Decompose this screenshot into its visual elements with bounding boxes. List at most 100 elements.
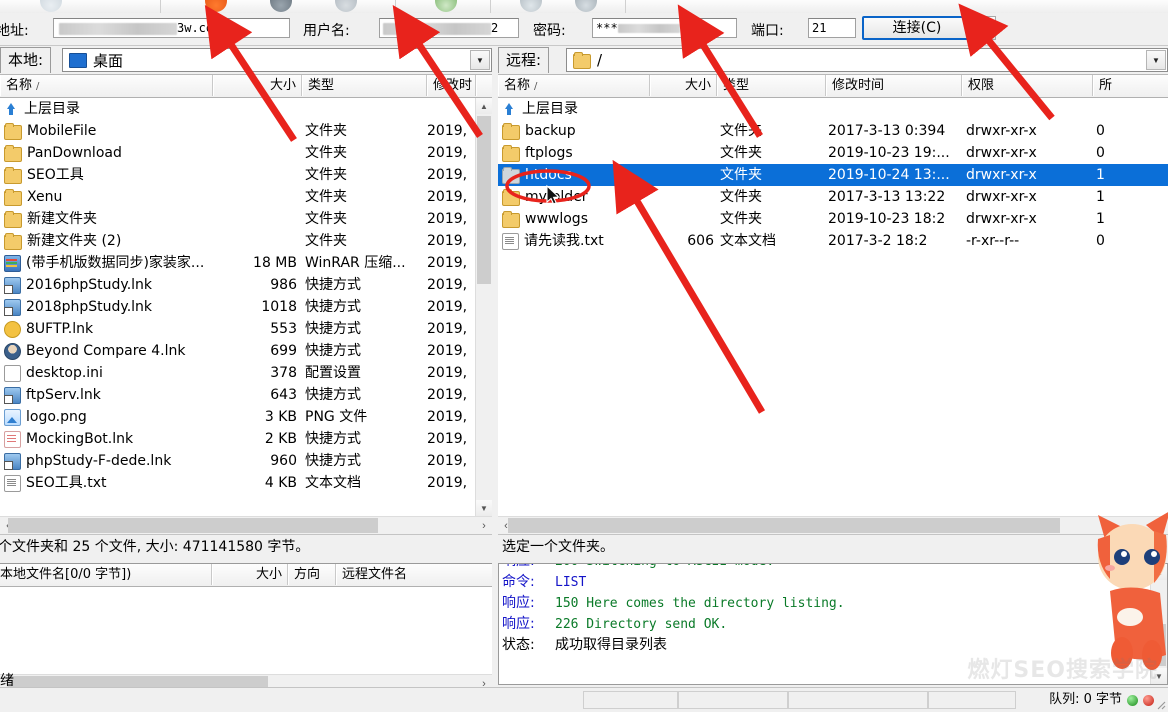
toolbar-icon-upload[interactable]	[435, 0, 457, 12]
table-row[interactable]: PanDownload 文件夹 2019,	[0, 142, 492, 164]
table-row[interactable]: wwwlogs 文件夹 2019-10-23 18:2 drwxr-xr-x 1	[498, 208, 1168, 230]
table-row[interactable]: 请先读我.txt 606 文本文档 2017-3-2 18:2 -r-xr--r-- 0	[498, 230, 1168, 252]
file-size-cell: 986	[270, 277, 297, 293]
file-perm-cell: drwxr-xr-x	[966, 167, 1037, 183]
toolbar-icon-download[interactable]	[520, 0, 542, 12]
file-size-cell: 553	[270, 321, 297, 337]
text-file-icon	[4, 474, 21, 492]
toolbar-icon-options[interactable]	[575, 0, 597, 12]
file-owner-cell: 1	[1096, 167, 1105, 183]
local-col-type-label: 类型	[308, 78, 335, 93]
remote-status: 选定一个文件夹。	[498, 534, 1168, 559]
remote-col-owner[interactable]: 所	[1093, 75, 1168, 96]
username-value: 2	[491, 21, 499, 35]
toolbar-icon-disconnect[interactable]	[335, 0, 357, 12]
file-name-label: SEO工具	[27, 167, 84, 183]
table-row[interactable]: desktop.ini 378 配置设置 2019,	[0, 362, 492, 384]
queue-col-remote[interactable]: 远程文件名	[336, 564, 492, 585]
log-panel[interactable]: 响应:200 Switching to ASCII mode.命令:LIST响应…	[498, 563, 1168, 685]
address-input[interactable]: 3w.com	[53, 18, 290, 38]
username-input[interactable]: 2	[379, 18, 519, 38]
local-col-size[interactable]: 大小	[213, 75, 302, 96]
file-modified-cell	[828, 98, 962, 120]
remote-file-list[interactable]: 上层目录 backup 文件夹 2017-3-13 0:394 drwxr-xr-x 0 f…	[498, 98, 1168, 516]
username-redacted	[383, 22, 491, 35]
local-hscroll-right-icon[interactable]: ›	[476, 517, 492, 534]
shortcut-icon	[4, 298, 21, 316]
table-row[interactable]: Beyond Compare 4.lnk 699 快捷方式 2019,	[0, 340, 492, 362]
log-vertical-scrollbar[interactable]: ▲ ▼	[1150, 564, 1167, 684]
password-input[interactable]: ***	[592, 18, 737, 38]
table-row[interactable]: backup 文件夹 2017-3-13 0:394 drwxr-xr-x 0	[498, 120, 1168, 142]
table-row[interactable]: SEO工具 文件夹 2019,	[0, 164, 492, 186]
queue-col-size[interactable]: 大小	[212, 564, 288, 585]
local-col-type[interactable]: 类型	[302, 75, 427, 96]
table-row[interactable]: 新建文件夹 (2) 文件夹 2019,	[0, 230, 492, 252]
resize-grip-icon[interactable]	[1154, 698, 1166, 710]
table-row[interactable]: Xenu 文件夹 2019,	[0, 186, 492, 208]
local-col-name[interactable]: 名称 /	[0, 75, 213, 96]
table-row[interactable]: 2016phpStudy.lnk 986 快捷方式 2019,	[0, 274, 492, 296]
remote-horizontal-scrollbar[interactable]: ‹	[498, 516, 1168, 534]
table-row[interactable]: (带手机版数据同步)家装家... 18 MB WinRAR 压缩... 2019,	[0, 252, 492, 274]
local-scroll-up-icon[interactable]: ▲	[476, 98, 492, 114]
local-scroll-thumb[interactable]	[477, 116, 491, 284]
local-hscroll-thumb[interactable]	[8, 518, 378, 533]
file-type-cell: 文件夹	[720, 123, 762, 139]
table-row[interactable]: MobileFile 文件夹 2019,	[0, 120, 492, 142]
file-modified-cell: 2017-3-2 18:2	[828, 233, 928, 249]
remote-hscroll-thumb[interactable]	[508, 518, 1060, 533]
queue-col-local[interactable]: 本地文件名[0/0 字节])	[0, 564, 212, 585]
local-vertical-scrollbar[interactable]: ▲ ▼	[475, 98, 492, 516]
remote-col-modified[interactable]: 修改时间	[826, 75, 962, 96]
file-modified-cell: 2019,	[427, 321, 468, 337]
file-name-cell: backup	[502, 120, 652, 142]
file-name-cell: SEO工具	[4, 164, 209, 186]
table-row[interactable]: 8UFTP.lnk 553 快捷方式 2019,	[0, 318, 492, 340]
remote-col-name[interactable]: 名称 /	[498, 75, 650, 96]
connection-bar: 地址: 3w.com 用户名: 2 密码: *** 端口: 21 连接(C) ▼	[0, 13, 1168, 46]
toolbar-icon-cancel[interactable]	[270, 0, 292, 12]
toolbar-icon-refresh[interactable]	[205, 0, 227, 12]
connect-dropdown-icon[interactable]: ▼	[974, 16, 996, 40]
remote-col-size[interactable]: 大小	[650, 75, 717, 96]
table-row[interactable]: 上层目录	[0, 98, 492, 120]
table-row[interactable]: logo.png 3 KB PNG 文件 2019,	[0, 406, 492, 428]
remote-path-value: /	[597, 51, 603, 69]
log-scroll-up-icon[interactable]: ▲	[1151, 564, 1167, 580]
table-row[interactable]: SEO工具.txt 4 KB 文本文档 2019,	[0, 472, 492, 494]
beyond-compare-icon	[4, 342, 21, 360]
log-scroll-down-icon[interactable]: ▼	[1151, 668, 1167, 684]
table-row[interactable]: 上层目录	[498, 98, 1168, 120]
local-path-chevron-down-icon[interactable]: ▼	[470, 50, 490, 70]
local-scroll-down-icon[interactable]: ▼	[476, 500, 492, 516]
queue-col-direction[interactable]: 方向	[288, 564, 336, 585]
port-input[interactable]: 21	[808, 18, 856, 38]
table-row[interactable]: 新建文件夹 文件夹 2019,	[0, 208, 492, 230]
table-row[interactable]: ftpServ.lnk 643 快捷方式 2019,	[0, 384, 492, 406]
remote-col-type[interactable]: 类型	[717, 75, 826, 96]
remote-path-chevron-down-icon[interactable]: ▼	[1146, 50, 1166, 70]
remote-path-combo[interactable]: / ▼	[566, 48, 1168, 72]
file-modified-cell: 2019,	[427, 475, 468, 491]
shortcut-icon	[4, 386, 21, 404]
log-scroll-thumb[interactable]	[1152, 624, 1166, 666]
remote-col-permissions[interactable]: 权限	[962, 75, 1093, 96]
local-path-combo[interactable]: 桌面 ▼	[62, 48, 492, 72]
remote-path-row: 远程: / ▼	[498, 46, 1168, 74]
toolbar-icon-site-manager[interactable]	[40, 0, 62, 12]
table-row[interactable]: ftplogs 文件夹 2019-10-23 19:... drwxr-xr-x 0	[498, 142, 1168, 164]
remote-col-size-label: 大小	[684, 78, 711, 93]
file-name-cell: logo.png	[4, 406, 209, 428]
table-row[interactable]: myfolder 文件夹 2017-3-13 13:22 drwxr-xr-x 1	[498, 186, 1168, 208]
table-row[interactable]: htdocs 文件夹 2019-10-24 13:... drwxr-xr-x 1	[498, 164, 1168, 186]
table-row[interactable]: MockingBot.lnk 2 KB 快捷方式 2019,	[0, 428, 492, 450]
local-file-list[interactable]: 上层目录 MobileFile 文件夹 2019, PanDownload 文件夹 2019…	[0, 98, 492, 516]
table-row[interactable]: phpStudy-F-dede.lnk 960 快捷方式 2019,	[0, 450, 492, 472]
table-row[interactable]: 2018phpStudy.lnk 1018 快捷方式 2019,	[0, 296, 492, 318]
file-type-cell: 文件夹	[720, 189, 762, 205]
queue-rows[interactable]	[0, 587, 492, 674]
local-col-modified[interactable]: 修改时	[427, 75, 476, 96]
connect-button[interactable]: 连接(C)	[862, 16, 972, 40]
local-horizontal-scrollbar[interactable]: ‹ ›	[0, 516, 492, 534]
